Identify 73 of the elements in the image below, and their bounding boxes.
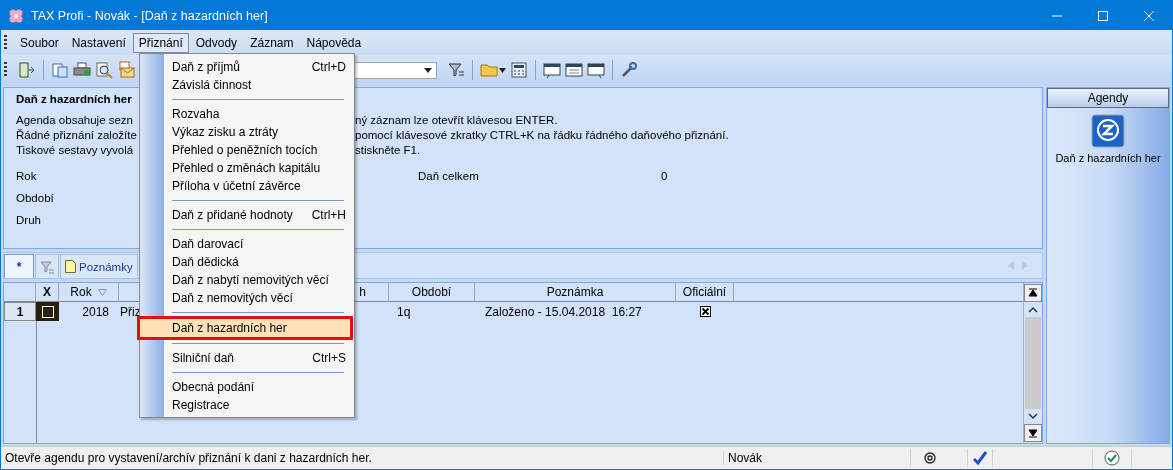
caret-icon[interactable] xyxy=(499,67,506,73)
description-text: Agenda obsahuje sezn xyxy=(16,114,133,126)
field-label: Rok xyxy=(16,170,37,182)
window-icon[interactable] xyxy=(565,61,583,79)
documents-icon[interactable] xyxy=(51,61,69,79)
menu-item[interactable]: Příloha v účetní závěrce xyxy=(164,177,354,195)
column-header[interactable]: Oficiální xyxy=(676,283,734,302)
menu-item[interactable]: Přehled o změnách kapitálu xyxy=(164,159,354,177)
window-title: TAX Profi - Novák - [Daň z hazardních her] xyxy=(31,8,268,23)
scrollbar[interactable] xyxy=(1023,283,1042,443)
door-icon[interactable] xyxy=(18,61,36,79)
preview-icon[interactable] xyxy=(95,61,113,79)
menu-item[interactable]: Soubor xyxy=(14,32,65,53)
panel-header: Agendy xyxy=(1047,88,1169,108)
window-icon[interactable] xyxy=(543,61,561,79)
field-label: Období xyxy=(16,192,54,204)
agenda-item[interactable]: Daň z hazardních her xyxy=(1055,108,1161,170)
check-circle-icon xyxy=(1104,450,1120,466)
checkmark-icon xyxy=(973,451,987,465)
table-cell-text: 2018 xyxy=(81,303,110,321)
note-icon xyxy=(65,260,76,273)
menu-item[interactable]: Daň z nabytí nemovitých věcí xyxy=(164,271,354,289)
column-header[interactable]: Rok xyxy=(59,283,119,302)
scroll-top-icon[interactable] xyxy=(1024,284,1042,302)
printer-icon[interactable] xyxy=(73,61,91,79)
user-name: Novák xyxy=(723,451,910,465)
menu-item[interactable]: Daň dědická xyxy=(164,253,354,271)
window-icon[interactable] xyxy=(587,61,605,79)
menu-item[interactable]: Rozvaha xyxy=(164,105,354,123)
menu-item[interactable]: Daň z příjmů Ctrl+D xyxy=(164,58,354,76)
menu-item[interactable]: Registrace xyxy=(164,396,354,414)
menu-item[interactable]: Daň z hazardních her xyxy=(140,319,350,337)
panel-title: Daň z hazardních her xyxy=(16,93,132,105)
flower-icon xyxy=(8,7,24,24)
menu-item[interactable]: Silniční daň Ctrl+S xyxy=(164,349,354,367)
new-tab[interactable]: * xyxy=(4,254,34,278)
scroll-bottom-icon[interactable] xyxy=(1024,424,1042,442)
menu-item[interactable]: Nastavení xyxy=(65,32,132,53)
notes-tab[interactable]: Poznámky xyxy=(60,254,138,278)
column-header[interactable]: Období xyxy=(389,283,475,302)
description-text: stiskněte F1. xyxy=(355,143,421,158)
menu-item[interactable]: Daň darovací xyxy=(164,235,354,253)
tools-icon[interactable] xyxy=(620,61,638,79)
table-cell-text: Založeno - 15.04.2018 16:27 xyxy=(484,303,643,321)
calculator-icon[interactable] xyxy=(510,61,528,79)
menu-item[interactable]: Záznam xyxy=(244,32,300,53)
filter-icon[interactable] xyxy=(447,61,465,79)
field-label: Druh xyxy=(16,214,41,226)
menu-item[interactable]: Odvody xyxy=(189,32,244,53)
menu-item[interactable]: Nápověda xyxy=(300,32,368,53)
maximize-icon[interactable] xyxy=(1098,10,1108,21)
description-text: Tiskové sestavy vyvolá xyxy=(16,144,134,156)
menu-item[interactable]: Daň z nemovitých věcí xyxy=(164,289,354,307)
column-header[interactable]: X xyxy=(36,283,59,302)
caret-icon xyxy=(424,67,432,73)
checkbox[interactable] xyxy=(699,306,711,317)
menu-item[interactable]: Výkaz zisku a ztráty xyxy=(164,123,354,141)
status-message: Otevře agendu pro vystavení/archív přiznání k dani z hazardních her. xyxy=(4,451,373,465)
menu-item[interactable]: Přehled o peněžních tocích xyxy=(164,141,354,159)
field-label: Daň celkem xyxy=(418,170,480,182)
field-value: 0 xyxy=(661,170,668,182)
description-text: ný záznam lze otevřít klávesou ENTER. xyxy=(355,113,558,128)
row-header[interactable]: 1 xyxy=(4,302,36,321)
filter-icon xyxy=(40,259,54,274)
menu-item[interactable]: Přiznání xyxy=(132,32,189,53)
close-icon[interactable] xyxy=(1144,10,1154,21)
menu-item[interactable]: Daň z přidané hodnoty Ctrl+H xyxy=(164,206,354,224)
column-header[interactable]: Poznámka xyxy=(475,283,676,302)
table-cell-text: 1q xyxy=(396,303,412,321)
menu-item[interactable]: Obecná podání xyxy=(164,378,354,396)
description-text: pomocí klávesové zkratky CTRL+K na řádku řádného daňového přiznání. xyxy=(355,128,729,143)
description-text: Řádné přiznání založíte xyxy=(16,129,137,141)
menu-item[interactable]: Závislá činnost xyxy=(164,76,354,94)
